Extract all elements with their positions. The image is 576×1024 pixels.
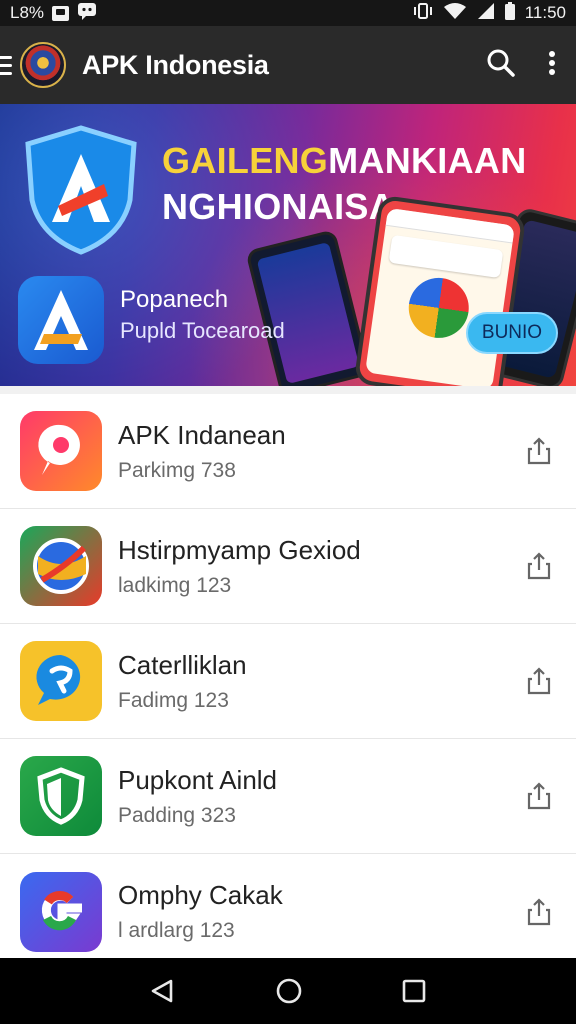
signal-icon	[477, 2, 495, 25]
share-icon[interactable]	[526, 667, 552, 695]
list-item[interactable]: Omphy Cakak l ardlarg 123	[0, 854, 576, 958]
search-icon[interactable]	[486, 48, 516, 83]
shield-icon	[20, 756, 102, 836]
list-item[interactable]: Pupkont Ainld Padding 323	[0, 739, 576, 854]
promo-app-icon	[18, 276, 104, 364]
list-item[interactable]: Caterlliklan Fadimg 123	[0, 624, 576, 739]
location-chat-icon	[20, 411, 102, 491]
app-list: APK Indanean Parkimg 738 Hstirpmyamp Gex…	[0, 386, 576, 958]
google-g-icon	[20, 871, 102, 952]
share-icon[interactable]	[526, 437, 552, 465]
list-item[interactable]: APK Indanean Parkimg 738	[0, 394, 576, 509]
app-bar: APK Indonesia	[0, 26, 576, 104]
more-vert-icon[interactable]	[548, 50, 556, 81]
vibrate-icon	[413, 2, 433, 25]
shield-logo-icon	[25, 125, 137, 255]
recents-icon[interactable]	[401, 978, 427, 1004]
app-subtitle: Padding 323	[118, 803, 236, 827]
headline-part2: MANKIAAN	[328, 140, 527, 181]
menu-icon[interactable]	[0, 55, 12, 75]
back-icon[interactable]	[149, 977, 177, 1005]
phone-image-main	[353, 194, 527, 386]
promo-subtitle: Pupld Tocearoad	[120, 318, 285, 343]
app-title: Caterlliklan	[118, 649, 247, 680]
app-subtitle: Fadimg 123	[118, 688, 229, 712]
swirl-ball-icon	[20, 526, 102, 606]
app-title: APK Indanean	[118, 419, 286, 450]
app-title: Omphy Cakak	[118, 880, 283, 910]
share-icon[interactable]	[526, 897, 552, 926]
app-subtitle: l ardlarg 123	[118, 919, 235, 942]
app-subtitle: Parkimg 738	[118, 458, 236, 482]
share-icon[interactable]	[526, 782, 552, 810]
battery-icon	[504, 1, 515, 25]
status-left-text: L8%	[10, 3, 45, 22]
app-title: Pupkont Ainld	[118, 764, 278, 795]
chat-bubble-icon	[20, 641, 102, 721]
notification-box-icon	[52, 5, 70, 21]
phone-image-back	[245, 229, 371, 386]
share-icon[interactable]	[526, 552, 552, 580]
emblem-logo	[20, 42, 66, 88]
app-title: APK Indonesia	[82, 49, 269, 80]
chat-icon	[77, 2, 97, 25]
app-title: Hstirpmyamp Gexiod	[118, 534, 361, 565]
app-subtitle: ladkimg 123	[118, 573, 232, 597]
list-item[interactable]: Hstirpmyamp Gexiod ladkimg 123	[0, 509, 576, 624]
status-bar: L8% 11:50	[0, 0, 576, 26]
navigation-bar	[0, 958, 576, 1024]
promo-title: Popanech	[120, 286, 229, 313]
wifi-icon	[443, 2, 467, 25]
headline-part1: GAILENG	[162, 140, 329, 181]
clock: 11:50	[524, 3, 566, 22]
home-icon[interactable]	[275, 977, 303, 1005]
promo-banner[interactable]: GAILENGMANKIAAN NGHIONAISA Popanech Pupl…	[0, 104, 576, 386]
banner-action-button[interactable]: BUNIO	[466, 312, 558, 354]
